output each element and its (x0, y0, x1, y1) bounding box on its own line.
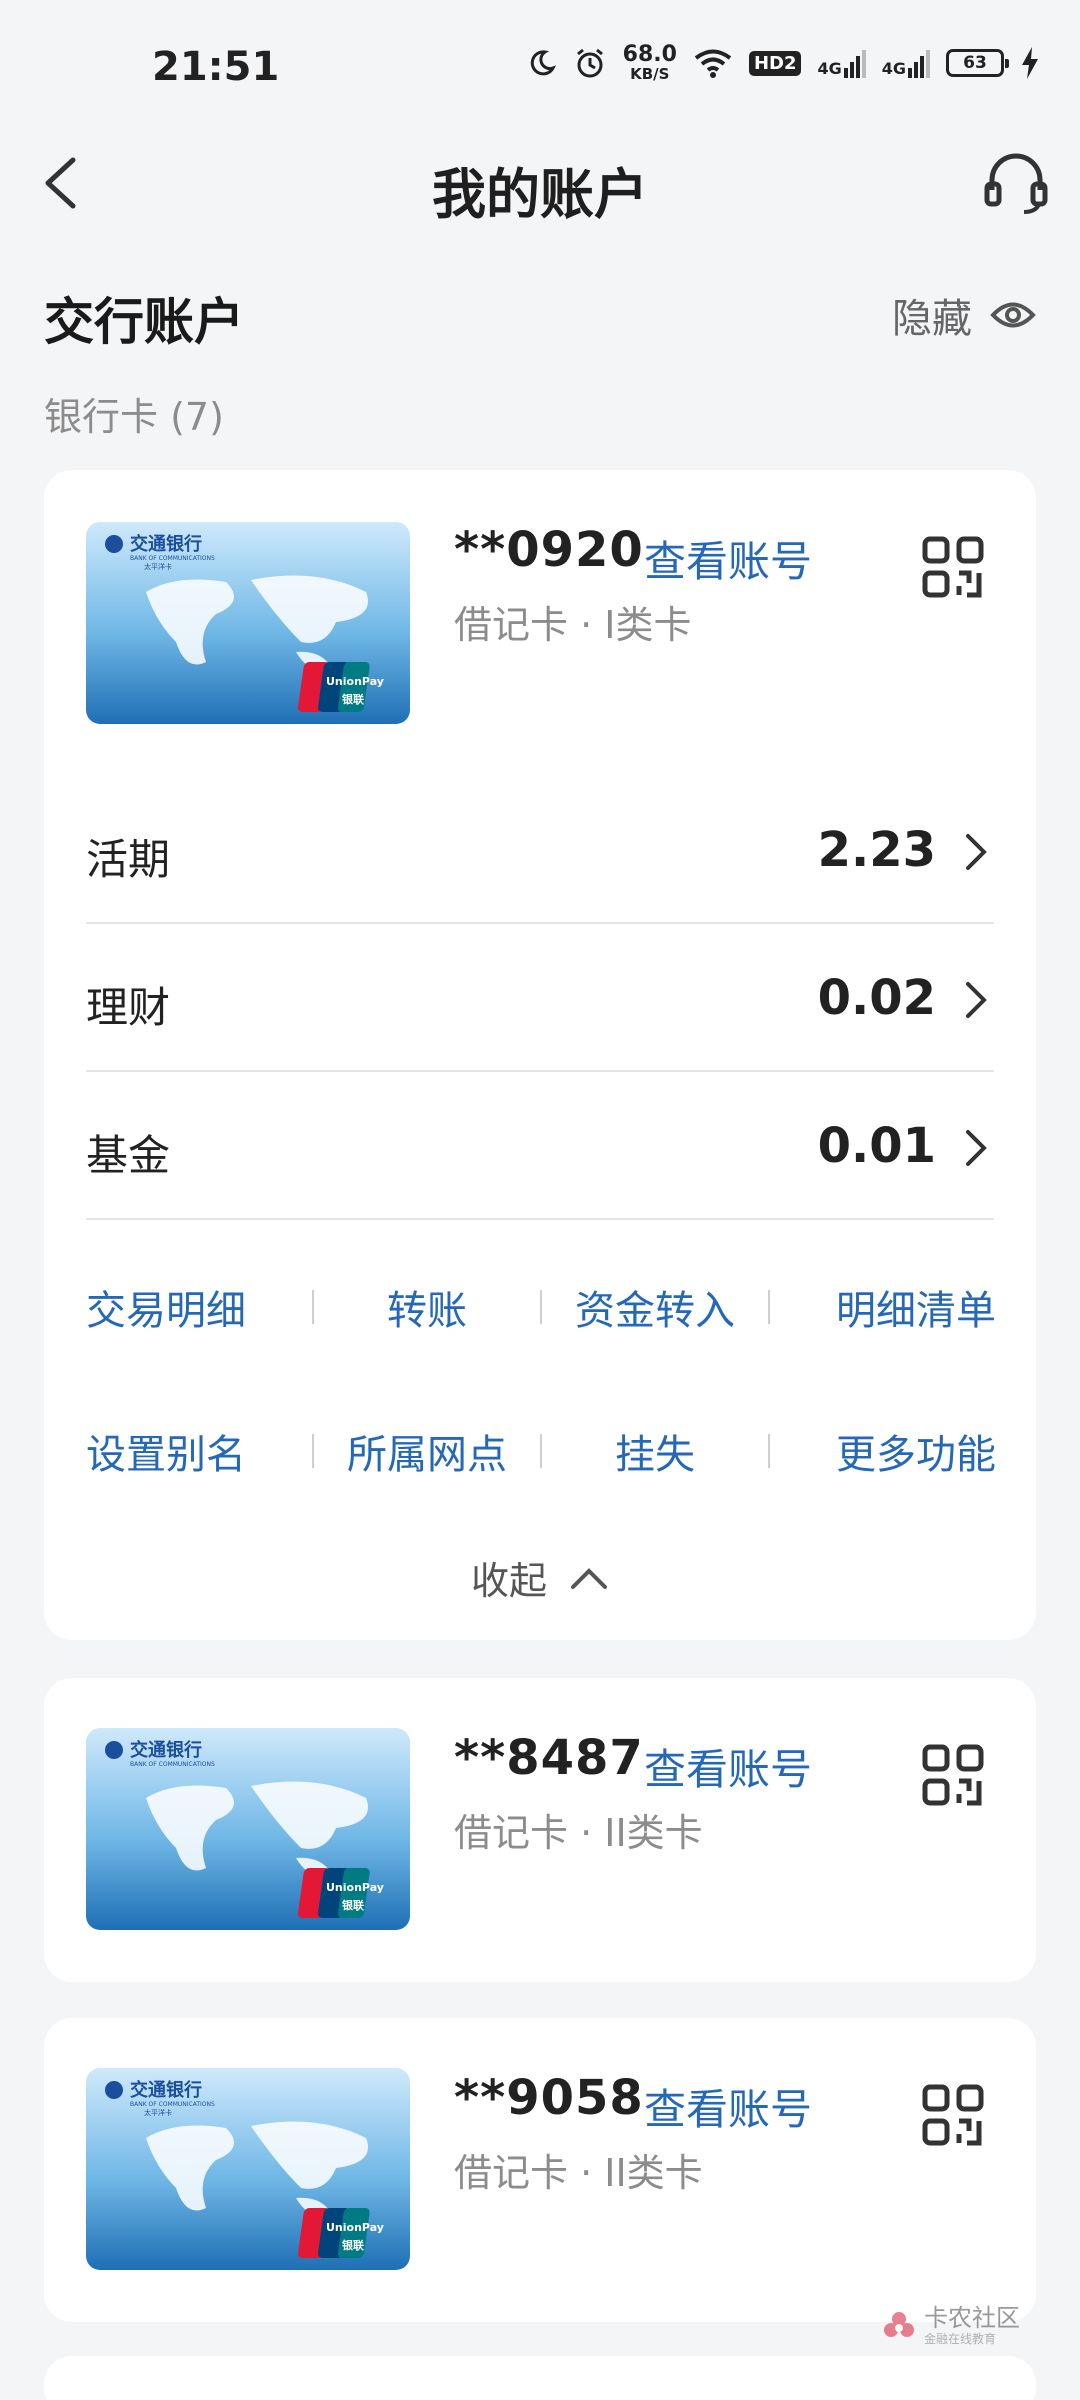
card-panel-peek[interactable] (44, 2356, 1036, 2400)
svg-text:银联: 银联 (342, 2238, 364, 2252)
svg-text:银联: 银联 (342, 692, 364, 706)
action-row-2: 设置别名 所属网点 挂失 更多功能 (86, 1416, 996, 1486)
action-transaction-details[interactable]: 交易明细 (86, 1278, 312, 1336)
account-type: 借记卡 · II类卡 (454, 1811, 703, 1855)
balance-label: 基金 (86, 1131, 171, 1180)
watermark-subtitle: 金融在线教育 (924, 2332, 997, 2346)
eye-icon (990, 302, 1036, 328)
qr-code-icon[interactable] (922, 2084, 984, 2146)
collapse-label: 收起 (470, 1559, 547, 1603)
qr-code-icon[interactable] (922, 536, 984, 598)
card-panel[interactable]: 交通银行 BANK OF COMMUNICATIONS UnionPay 银联 … (44, 1678, 1036, 1982)
qr-code-icon[interactable] (922, 1744, 984, 1806)
account-number: **8487 (454, 1730, 644, 1786)
balance-label: 活期 (86, 835, 171, 884)
chevron-right-icon (966, 1130, 987, 1166)
svg-text:BANK OF COMMUNICATIONS: BANK OF COMMUNICATIONS (130, 1761, 215, 1768)
section-header: 交行账户 隐藏 (44, 282, 1036, 352)
svg-text:UnionPay: UnionPay (326, 1881, 384, 1894)
svg-text:太平洋卡: 太平洋卡 (144, 562, 172, 571)
svg-text:UnionPay: UnionPay (326, 2221, 384, 2234)
svg-text:银联: 银联 (342, 1898, 364, 1912)
watermark-title: 卡农社区 (924, 2304, 1020, 2332)
signal-icon-2: 4G (882, 48, 930, 78)
svg-text:交通银行: 交通银行 (130, 533, 202, 555)
view-account-link[interactable]: 查看账号 (644, 1736, 812, 1797)
flower-logo-icon (884, 2311, 914, 2337)
moon-icon (530, 50, 556, 76)
wifi-icon (694, 49, 732, 78)
card-panel: 交通银行 BANK OF COMMUNICATIONS 太平洋卡 UnionPa… (44, 470, 1036, 1640)
view-account-link[interactable]: 查看账号 (644, 2076, 812, 2137)
card-panel[interactable]: 交通银行 BANK OF COMMUNICATIONS 太平洋卡 UnionPa… (44, 2018, 1036, 2322)
alarm-icon (576, 48, 603, 78)
action-report-loss[interactable]: 挂失 (542, 1422, 768, 1480)
balance-value: 0.02 (817, 970, 936, 1026)
chevron-up-icon (571, 1567, 607, 1589)
nav-bar: 我的账户 (0, 130, 1080, 240)
action-statement[interactable]: 明细清单 (770, 1278, 996, 1336)
balance-row-current[interactable]: 活期 2.23 (86, 776, 994, 924)
status-time: 21:51 (152, 44, 280, 90)
action-fund-in[interactable]: 资金转入 (542, 1278, 768, 1336)
balance-row-wealth[interactable]: 理财 0.02 (86, 924, 994, 1072)
svg-text:BANK OF COMMUNICATIONS: BANK OF COMMUNICATIONS (130, 2101, 215, 2108)
balance-value: 2.23 (817, 822, 936, 878)
bank-card-image[interactable]: 交通银行 BANK OF COMMUNICATIONS 太平洋卡 UnionPa… (86, 522, 410, 724)
svg-text:太平洋卡: 太平洋卡 (144, 2108, 172, 2117)
balance-row-fund[interactable]: 基金 0.01 (86, 1072, 994, 1220)
svg-text:交通银行: 交通银行 (130, 2079, 202, 2101)
account-number: **9058 (454, 2070, 644, 2126)
account-type: 借记卡 · I类卡 (454, 603, 692, 647)
action-branch[interactable]: 所属网点 (314, 1422, 540, 1480)
hd-badge: HD2 (748, 50, 802, 76)
charging-icon (1022, 47, 1038, 79)
chevron-right-icon (966, 982, 987, 1018)
hide-label: 隐藏 (892, 296, 972, 342)
section-title: 交行账户 (44, 293, 244, 351)
bank-card-image[interactable]: 交通银行 BANK OF COMMUNICATIONS UnionPay 银联 (86, 1728, 410, 1930)
balance-label: 理财 (86, 983, 171, 1032)
net-speed: 68.0 KB/S (622, 42, 677, 83)
action-set-alias[interactable]: 设置别名 (86, 1422, 312, 1480)
page-title: 我的账户 (432, 163, 648, 226)
battery-icon: 63 (946, 49, 1009, 77)
account-number: **0920 (454, 522, 644, 578)
svg-text:UnionPay: UnionPay (326, 675, 384, 688)
bank-card-image[interactable]: 交通银行 BANK OF COMMUNICATIONS 太平洋卡 UnionPa… (86, 2068, 410, 2270)
hide-balance-toggle[interactable]: 隐藏 (892, 286, 1036, 344)
chevron-right-icon (966, 834, 987, 870)
collapse-button[interactable]: 收起 (44, 1550, 1036, 1605)
card-count: 银行卡 (7) (44, 395, 224, 439)
svg-text:交通银行: 交通银行 (130, 1739, 202, 1761)
svg-text:BANK OF COMMUNICATIONS: BANK OF COMMUNICATIONS (130, 555, 215, 562)
action-row-1: 交易明细 转账 资金转入 明细清单 (86, 1272, 996, 1342)
action-transfer[interactable]: 转账 (314, 1278, 540, 1336)
status-bar: 21:51 68.0 KB/S HD2 4G 4G 63 (0, 0, 1080, 130)
action-more[interactable]: 更多功能 (770, 1422, 996, 1480)
status-icons: 68.0 KB/S HD2 4G 4G 63 (527, 44, 1040, 82)
watermark: 卡农社区 金融在线教育 (882, 2306, 1020, 2347)
balance-value: 0.01 (817, 1118, 936, 1174)
signal-icon: 4G (817, 48, 866, 78)
account-type: 借记卡 · II类卡 (454, 2151, 703, 2195)
headset-icon[interactable] (978, 146, 1054, 222)
view-account-link[interactable]: 查看账号 (644, 528, 812, 589)
